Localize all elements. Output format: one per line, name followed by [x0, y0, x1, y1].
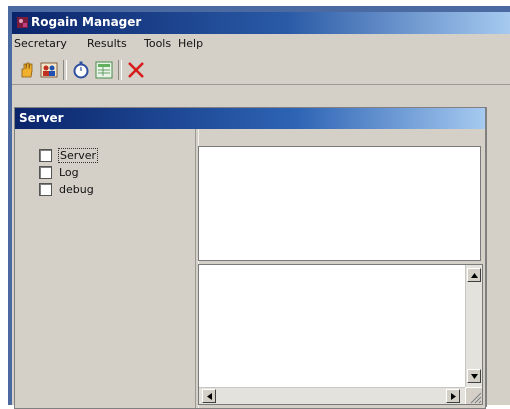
menu-help[interactable]: Help [178, 37, 203, 50]
scroll-right-button[interactable] [446, 389, 460, 403]
scroll-down-button[interactable] [467, 369, 481, 383]
arrow-up-icon [470, 272, 478, 278]
users-button[interactable] [37, 58, 61, 82]
log-text-area[interactable] [198, 264, 483, 405]
server-checkbox-label[interactable]: Server [57, 147, 99, 163]
close-button[interactable] [124, 58, 148, 82]
toolbar-separator-2 [118, 60, 122, 80]
log-checkbox[interactable] [39, 165, 52, 179]
top-output-pane[interactable] [198, 146, 481, 261]
arrow-down-icon [470, 373, 478, 379]
size-grip[interactable] [466, 388, 482, 404]
arrow-left-icon [206, 392, 212, 400]
users-icon [40, 62, 58, 78]
scroll-left-button[interactable] [202, 389, 216, 403]
hand-icon [21, 62, 33, 78]
menu-bar: Secretary Results Tools Help [12, 34, 510, 54]
menu-tools[interactable]: Tools [144, 37, 171, 50]
server-panel: Server Server Log debug [14, 107, 486, 409]
debug-checkbox[interactable] [39, 182, 52, 196]
arrow-right-icon [450, 392, 456, 400]
close-x-icon [128, 62, 144, 78]
vertical-scrollbar[interactable] [465, 265, 482, 387]
title-bar[interactable]: Rogain Manager [12, 12, 510, 34]
checkbox-row-log[interactable]: Log [39, 165, 79, 179]
menu-secretary[interactable]: Secretary [14, 37, 67, 50]
scroll-up-button[interactable] [467, 268, 481, 282]
stopwatch-button[interactable] [69, 58, 93, 82]
toolbar-separator [63, 60, 67, 80]
debug-checkbox-label[interactable]: debug [59, 183, 94, 196]
app-icon [17, 17, 28, 28]
panel-title-bar: Server [15, 108, 485, 129]
main-window: Rogain Manager Secretary Results Tools H… [12, 12, 510, 409]
checkbox-row-debug[interactable]: debug [39, 182, 94, 196]
spreadsheet-icon [95, 61, 113, 79]
resize-grip-icon [470, 392, 482, 404]
hand-button[interactable] [15, 58, 39, 82]
server-checkbox[interactable] [39, 148, 52, 162]
horizontal-scrollbar[interactable] [199, 387, 465, 404]
stopwatch-icon [73, 61, 89, 79]
toolbar [12, 56, 510, 85]
spreadsheet-button[interactable] [92, 58, 116, 82]
panel-right-border [486, 107, 489, 407]
panel-title: Server [19, 111, 64, 125]
checkbox-row-server[interactable]: Server [39, 147, 99, 163]
menu-results[interactable]: Results [87, 37, 127, 50]
window-title: Rogain Manager [31, 15, 142, 29]
log-checkbox-label[interactable]: Log [59, 166, 79, 179]
